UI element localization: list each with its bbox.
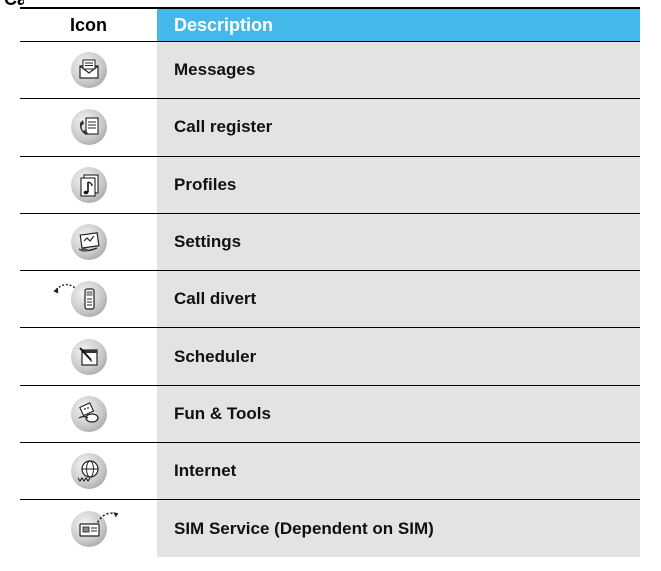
table-header-row: Icon Description [20,9,640,42]
phone-list-icon [70,109,107,146]
row-label: SIM Service (Dependent on SIM) [157,500,640,557]
row-label: Fun & Tools [157,385,640,443]
calendar-pen-icon [70,338,107,375]
table-row: Settings [20,213,640,272]
table-row: Call register [20,99,640,157]
table-row: Fun & Tools [20,385,640,444]
row-label: Messages [157,42,640,99]
envelope-icon [70,52,107,89]
globe-www-icon [70,453,107,490]
table-row: Scheduler [20,328,640,386]
row-label: Call register [157,99,640,156]
header-icon-label: Icon [69,14,107,35]
row-label: Call divert [157,271,640,328]
calculator-mouse-icon [70,395,107,432]
settings-pad-icon [70,224,107,261]
table-row: Call divert [20,271,640,329]
table-row: Messages [20,42,640,100]
table-row: Internet [20,443,640,501]
table-row: Profiles [20,156,640,214]
phone-divert-icon [52,281,107,318]
row-label: Settings [157,213,640,271]
sim-card-icon [70,510,118,547]
header-description-label: Description [157,9,640,41]
row-label: Profiles [157,156,640,213]
icon-table: Icon Description Messages Call register … [20,7,640,557]
music-note-icon [70,166,107,203]
row-label: Internet [157,443,640,500]
table-row: SIM Service (Dependent on SIM) [20,500,640,557]
row-label: Scheduler [157,328,640,385]
